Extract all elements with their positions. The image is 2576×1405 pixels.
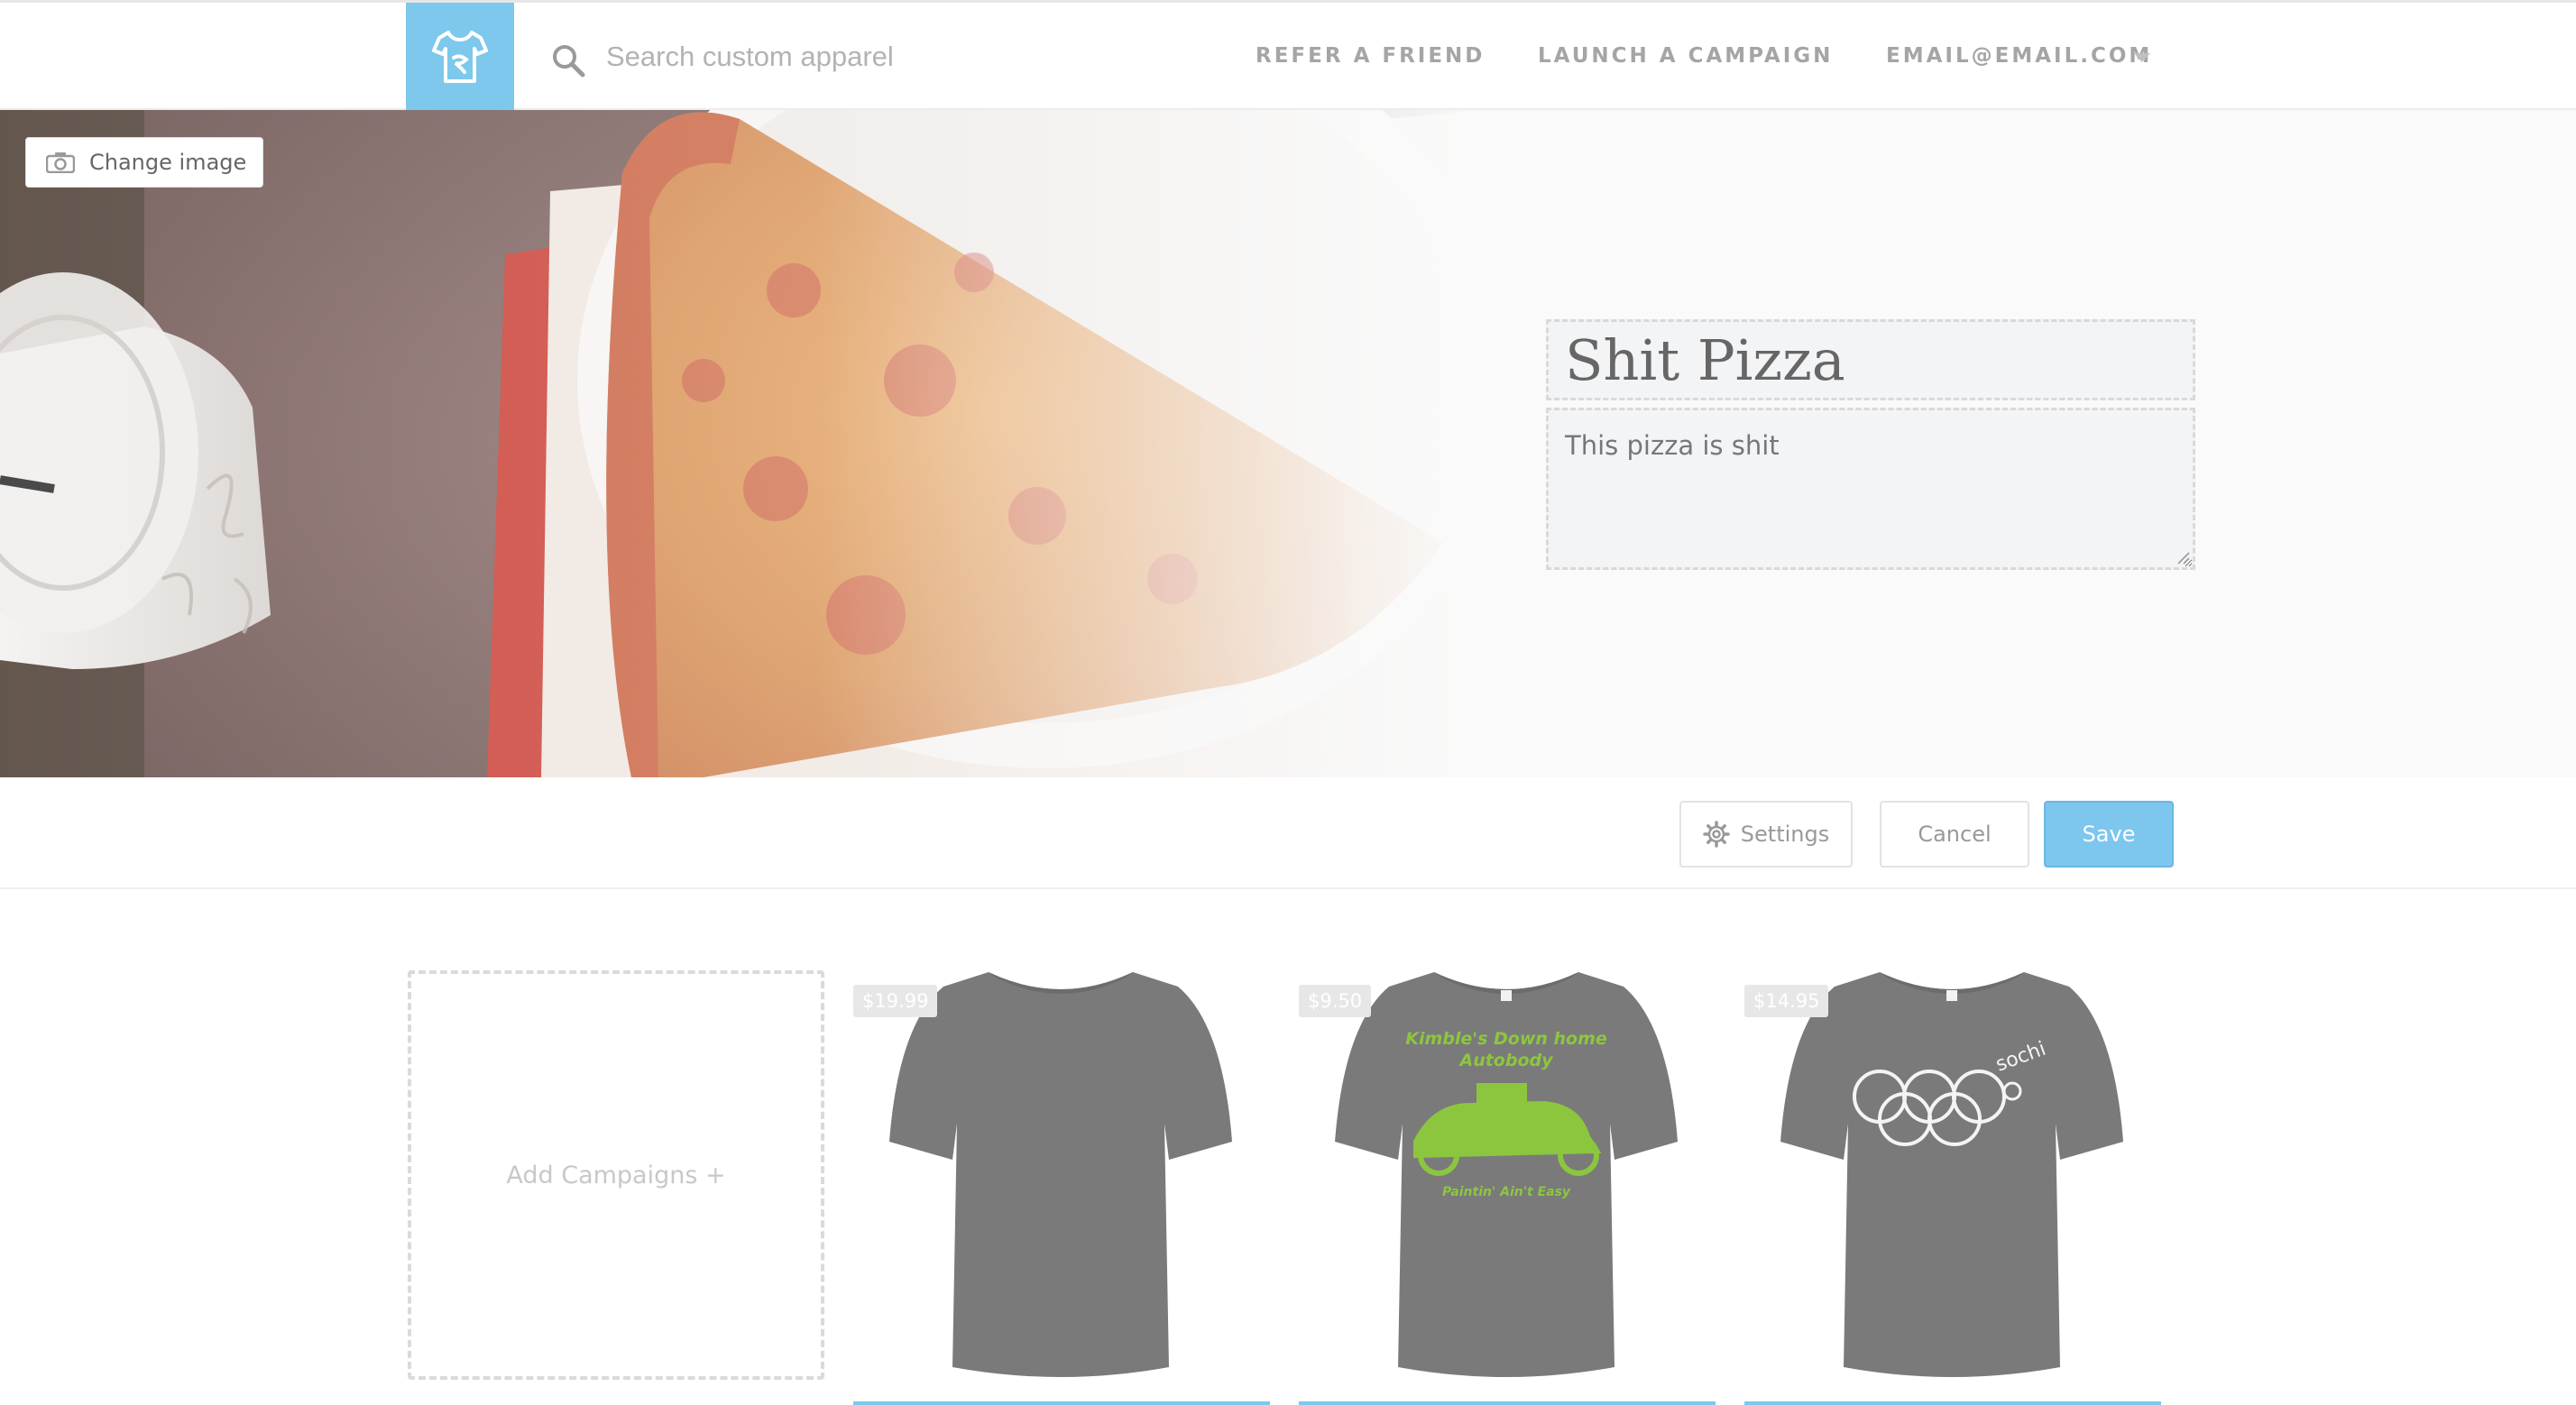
- settings-label: Settings: [1740, 822, 1830, 847]
- tshirt-logo-icon: [432, 31, 488, 83]
- resize-handle-icon[interactable]: [2176, 550, 2190, 565]
- save-button[interactable]: Save: [2044, 801, 2174, 868]
- launch-a-campaign-link[interactable]: LAUNCH A CAMPAIGN: [1538, 44, 1833, 68]
- chevron-down-icon[interactable]: [2134, 53, 2150, 62]
- tshirt-image: Kimble's Down home Autobody Paintin' Ain…: [1335, 972, 1678, 1377]
- search-input[interactable]: [604, 32, 1182, 82]
- card-accent-bar: [853, 1401, 1270, 1405]
- site-logo[interactable]: [406, 3, 514, 111]
- card-accent-bar: [1299, 1401, 1716, 1405]
- change-image-label: Change image: [89, 150, 247, 175]
- cancel-button[interactable]: Cancel: [1880, 801, 2029, 868]
- tshirt-image: sochi: [1780, 972, 2123, 1377]
- shirt-print-line1: Kimble's Down home: [1405, 1029, 1607, 1049]
- hero-fade-overlay: [0, 110, 1488, 777]
- search-icon[interactable]: [550, 42, 586, 78]
- product-card[interactable]: sochi $14.95: [1744, 970, 2161, 1405]
- price-badge: $19.99: [853, 985, 938, 1017]
- campaign-title-input[interactable]: Shit Pizza: [1546, 319, 2195, 400]
- product-card[interactable]: Kimble's Down home Autobody Paintin' Ain…: [1299, 970, 1716, 1405]
- gear-icon: [1703, 821, 1730, 848]
- card-accent-bar: [1744, 1401, 2161, 1405]
- change-image-button[interactable]: Change image: [25, 137, 263, 188]
- top-navigation: REFER A FRIEND LAUNCH A CAMPAIGN EMAIL@E…: [0, 0, 2576, 111]
- tshirt-image: [889, 972, 1232, 1377]
- shirt-print-line2: Autobody: [1458, 1051, 1554, 1070]
- price-badge: $9.50: [1299, 985, 1372, 1017]
- campaign-hero: Change image Shit Pizza: [0, 110, 2576, 777]
- price-badge: $14.95: [1744, 985, 1829, 1017]
- add-campaigns-button[interactable]: Add Campaigns +: [408, 970, 824, 1380]
- settings-button[interactable]: Settings: [1679, 801, 1853, 868]
- campaign-description-input[interactable]: [1546, 408, 2195, 570]
- camera-icon: [46, 152, 75, 173]
- product-card[interactable]: $19.99: [853, 970, 1270, 1405]
- action-bar: Settings Cancel Save: [0, 777, 2576, 889]
- refer-a-friend-link[interactable]: REFER A FRIEND: [1256, 44, 1485, 68]
- account-menu[interactable]: EMAIL@EMAIL.COM: [1886, 44, 2152, 68]
- shirt-print-line3: Paintin' Ain't Easy: [1442, 1185, 1571, 1199]
